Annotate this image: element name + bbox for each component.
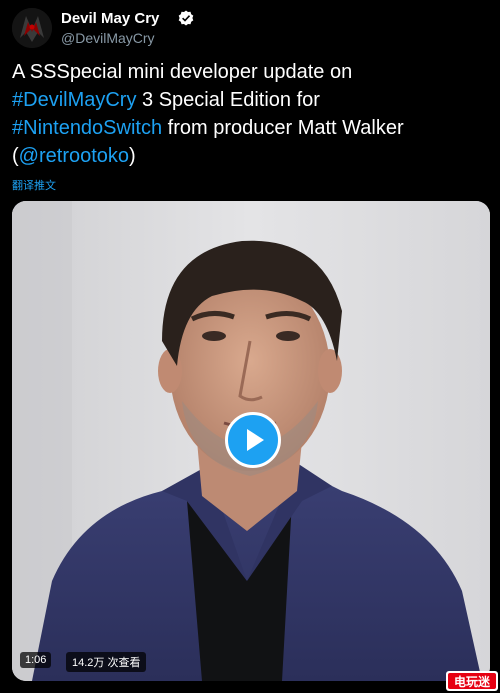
mention-close-paren: ) <box>129 145 136 167</box>
author-name[interactable]: Devil May Cry <box>61 10 159 27</box>
watermark-text: 电玩迷 <box>454 674 491 689</box>
mention-retrootoko-link[interactable]: @retrootoko <box>19 145 129 167</box>
author-handle[interactable]: @DevilMayCry <box>61 30 155 46</box>
hashtag-devilmaycry-link[interactable]: #DevilMayCry <box>12 89 136 111</box>
tweet-line-4: (@retrootoko) <box>12 142 492 170</box>
avatar[interactable] <box>12 8 52 48</box>
tweet-line-3-text: from producer Matt Walker <box>162 117 404 139</box>
tweet-text: A SSSpecial mini developer update on #De… <box>12 58 492 170</box>
tweet-line-2: #DevilMayCry 3 Special Edition for <box>12 86 492 114</box>
site-watermark-logo: 电玩迷 <box>446 671 498 691</box>
devil-may-cry-logo-icon <box>12 8 52 48</box>
video-duration: 1:06 <box>20 652 52 668</box>
tweet-line-1: A SSSpecial mini developer update on <box>12 61 353 83</box>
play-icon <box>247 429 264 451</box>
play-button[interactable] <box>225 412 281 468</box>
translate-tweet-link[interactable]: 翻译推文 <box>12 177 56 193</box>
mention-open-paren: ( <box>12 145 19 167</box>
video-view-count: 14.2万 次查看 <box>66 652 147 672</box>
tweet-line-3: #NintendoSwitch from producer Matt Walke… <box>12 114 492 142</box>
verified-badge-icon <box>178 10 194 26</box>
hashtag-nintendoswitch-link[interactable]: #NintendoSwitch <box>12 117 162 139</box>
tweet-line-2-text: 3 Special Edition for <box>136 89 320 111</box>
video-player[interactable]: 1:06 14.2万 次查看 <box>12 201 490 681</box>
tweet-card: Devil May Cry @DevilMayCry A SSSpecial m… <box>0 0 500 693</box>
